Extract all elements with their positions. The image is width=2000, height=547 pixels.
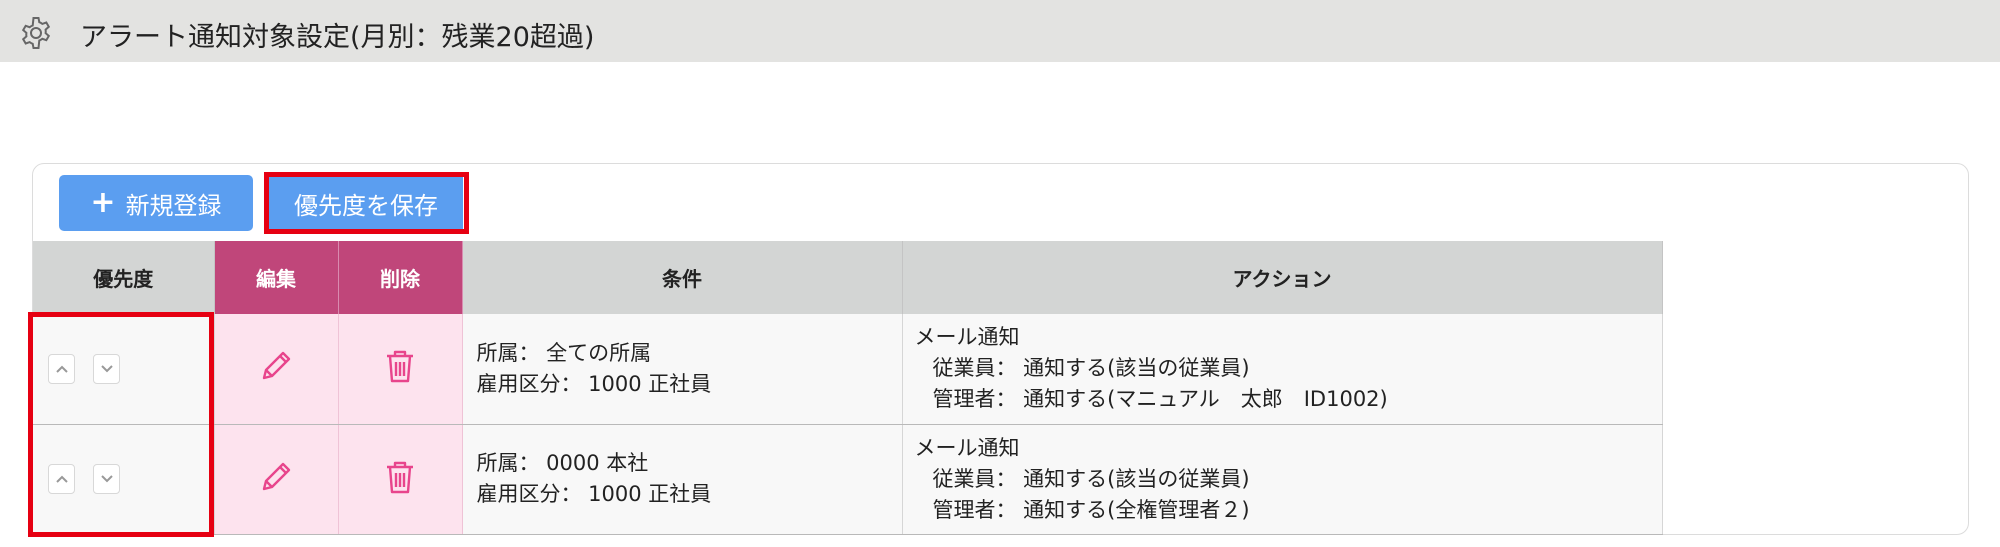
delete-cell <box>338 314 463 425</box>
gear-icon[interactable] <box>18 15 54 51</box>
action-manager: 管理者： 通知する(全権管理者２) <box>932 497 1250 522</box>
condition-cell: 所属： 全ての所属 雇用区分： 1000 正社員 <box>462 314 903 425</box>
header-condition: 条件 <box>462 241 903 314</box>
table-row: 所属： 0000 本社 雇用区分： 1000 正社員 メール通知 従業員： 通知… <box>33 424 1663 535</box>
condition-employment-type: 雇用区分： 1000 正社員 <box>476 482 712 506</box>
priority-down-button[interactable] <box>93 464 120 494</box>
table-header-row: 優先度 編集 削除 条件 アクション <box>33 241 1663 314</box>
action-cell: メール通知 従業員： 通知する(該当の従業員) 管理者： 通知する(マニュアル … <box>902 314 1663 425</box>
condition-employment-type: 雇用区分： 1000 正社員 <box>476 371 712 396</box>
edit-cell <box>214 314 339 425</box>
priority-cell <box>33 424 215 535</box>
action-title: メール通知 <box>914 435 1020 460</box>
priority-up-button[interactable] <box>48 464 75 494</box>
pencil-icon[interactable] <box>258 459 294 495</box>
page-title: アラート通知対象設定(月別：残業20超過) <box>80 22 595 53</box>
action-cell: メール通知 従業員： 通知する(該当の従業員) 管理者： 通知する(全権管理者２… <box>902 424 1663 535</box>
plus-icon: + <box>90 185 116 220</box>
priority-cell <box>33 314 215 425</box>
new-register-button[interactable]: + 新規登録 <box>59 175 253 231</box>
pencil-icon[interactable] <box>258 348 294 384</box>
condition-cell: 所属： 0000 本社 雇用区分： 1000 正社員 <box>462 424 903 535</box>
priority-down-button[interactable] <box>93 353 120 384</box>
action-employee: 従業員： 通知する(該当の従業員) <box>932 356 1250 381</box>
condition-affiliation: 所属： 全ての所属 <box>476 340 652 365</box>
action-employee: 従業員： 通知する(該当の従業員) <box>932 466 1250 491</box>
header-edit: 編集 <box>214 241 339 314</box>
priority-up-button[interactable] <box>48 353 75 384</box>
edit-cell <box>214 424 339 535</box>
chevron-up-icon <box>55 475 68 483</box>
action-title: メール通知 <box>914 325 1020 350</box>
trash-icon[interactable] <box>383 348 417 384</box>
header-delete: 削除 <box>338 241 463 314</box>
chevron-down-icon <box>100 365 113 373</box>
header-priority: 優先度 <box>33 241 215 314</box>
action-manager: 管理者： 通知する(マニュアル 太郎 ID1002) <box>932 387 1388 412</box>
new-register-label: 新規登録 <box>125 191 222 220</box>
table-row: 所属： 全ての所属 雇用区分： 1000 正社員 メール通知 従業員： 通知する… <box>33 314 1663 425</box>
header-action: アクション <box>902 241 1663 314</box>
save-priority-button[interactable]: 優先度を保存 <box>269 177 463 229</box>
page-header: アラート通知対象設定(月別：残業20超過) <box>0 0 2000 62</box>
delete-cell <box>338 424 463 535</box>
alert-target-table: 優先度 編集 削除 条件 アクション 所属： 全ての所属 雇用区分： 1000 … <box>33 241 1663 535</box>
chevron-up-icon <box>55 365 68 373</box>
condition-affiliation: 所属： 0000 本社 <box>476 451 649 475</box>
trash-icon[interactable] <box>383 459 417 495</box>
chevron-down-icon <box>100 475 113 483</box>
